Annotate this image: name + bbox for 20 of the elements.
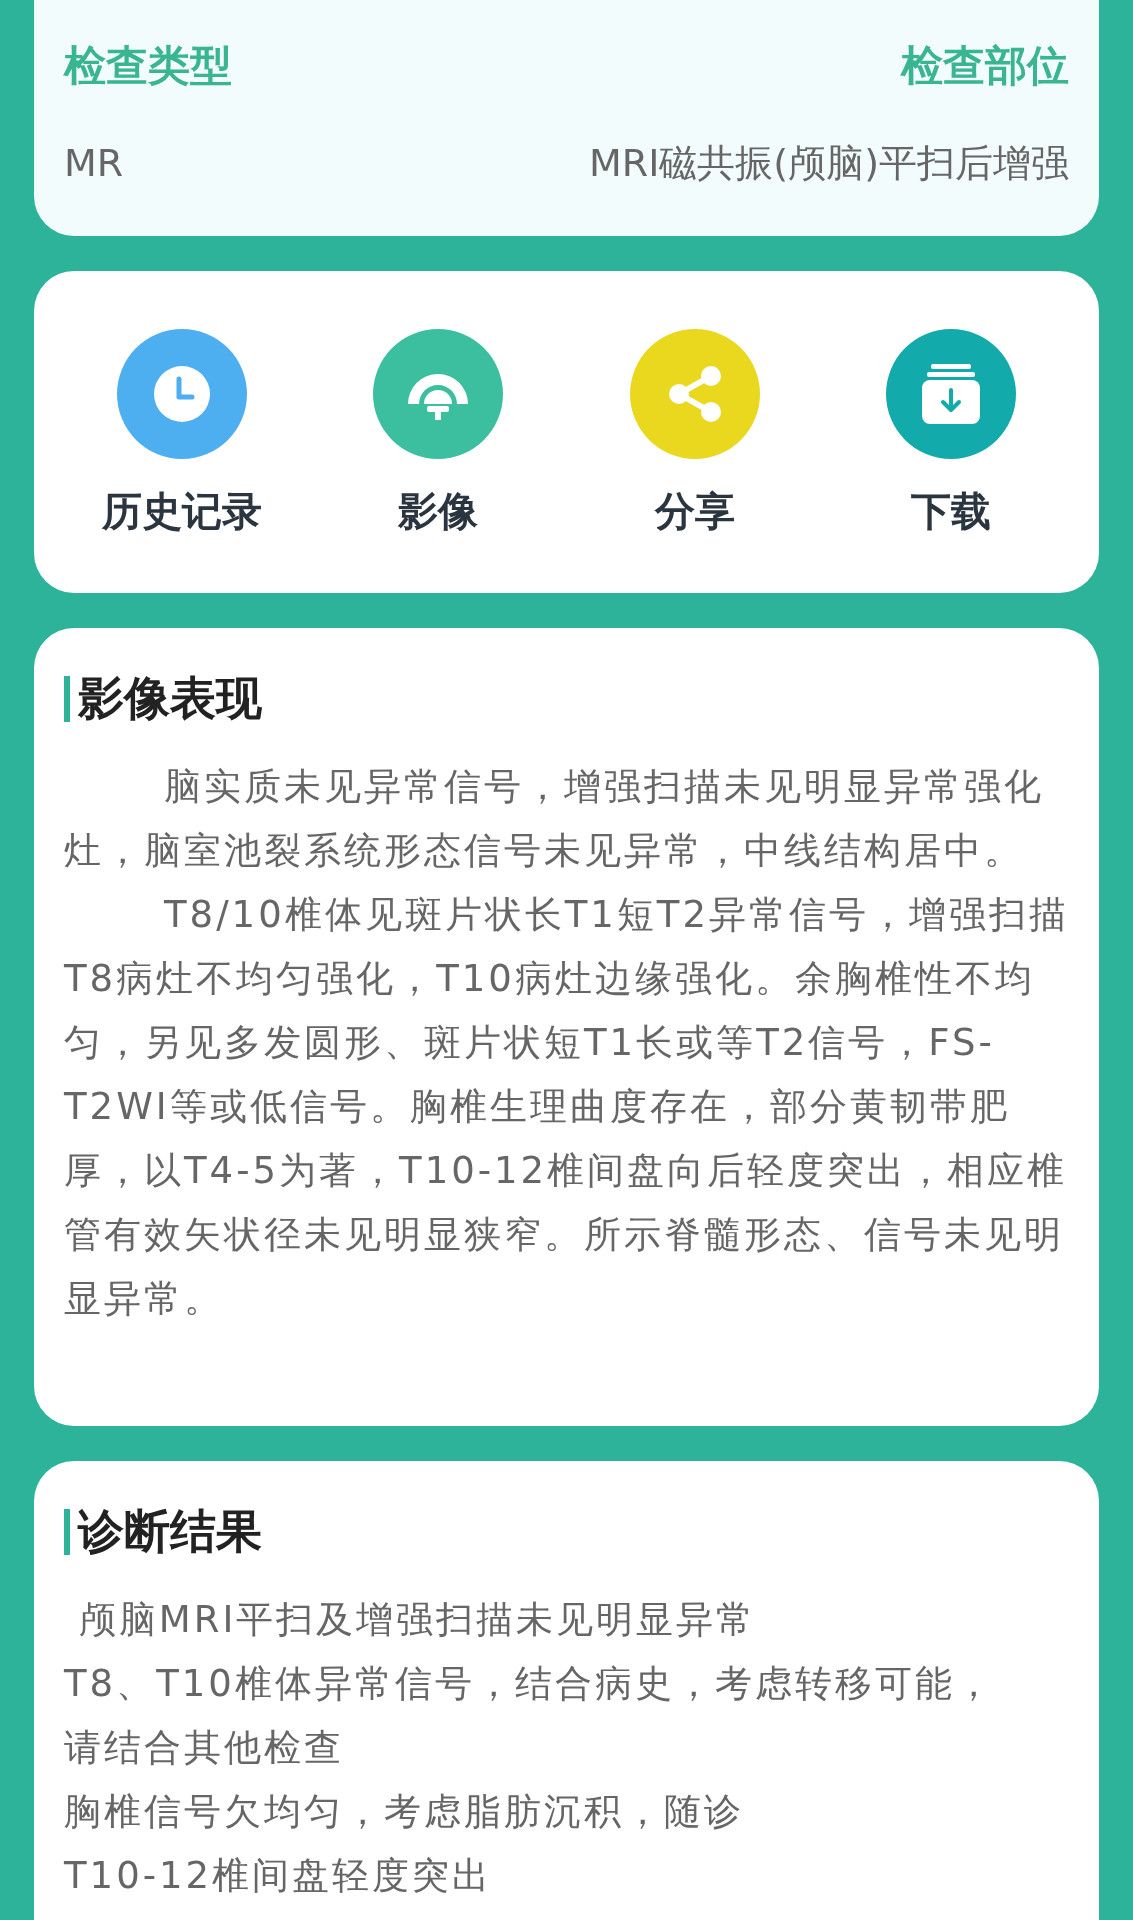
field-label: 检查部位 [901, 40, 1069, 92]
findings-paragraph: 脑实质未见异常信号，增强扫描未见明显异常强化灶，脑室池裂系统形态信号未见异常，中线结构居中。 [64, 764, 1045, 874]
field-value: MRI磁共振(颅脑)平扫后增强 [588, 140, 1069, 187]
field-value: MR [64, 140, 124, 187]
findings-paragraph: T8/10椎体见斑片状长T1短T2异常信号，增强扫描T8病灶不均匀强化，T10病灶边缘强化。余胸椎性不均匀，另见多发圆形、斑片状短T1长或等T2信号，FS-T2WI等或低信号。胸椎生理曲度存在，部分黄韧带肥厚，以T4-5为著，T10-12椎间盘向后轻度突出，相应椎管有效矢状径未见明显狭窄。所示脊髓形态、信号未见明显异常。 [64, 892, 1069, 1322]
action-label: 分享 [654, 487, 735, 536]
section-title: 诊断结果 [78, 1503, 262, 1560]
diagnosis-line: T8、T10椎体异常信号，结合病史，考虑转移可能，请结合其他检查 [64, 1661, 996, 1771]
field-label: 检查类型 [64, 40, 232, 92]
diagnosis-line: T10-12椎间盘轻度突出 [64, 1853, 494, 1899]
diagnosis-line: 胸椎信号欠均匀，考虑脂肪沉积，随诊 [64, 1789, 745, 1835]
section-marker [64, 675, 70, 722]
section-marker [64, 1508, 70, 1555]
diagnosis-line: 颅脑MRI平扫及增强扫描未见明显异常 [77, 1597, 758, 1643]
action-label: 历史记录 [102, 487, 263, 536]
action-label: 影像 [398, 487, 479, 536]
action-label: 下载 [910, 487, 991, 536]
clock-icon [152, 364, 213, 424]
section-title: 影像表现 [78, 670, 262, 727]
share-icon [666, 364, 723, 424]
